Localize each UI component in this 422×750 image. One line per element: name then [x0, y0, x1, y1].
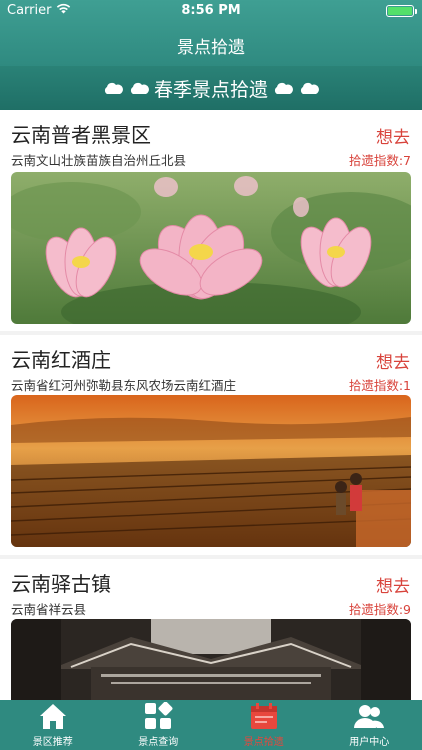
page-title: 景点拾遗 [177, 38, 245, 58]
spot-index: 拾遗指数:7 [348, 153, 411, 168]
banner-title: 春季景点拾遗 [153, 78, 268, 101]
cloud-icon [298, 81, 320, 95]
status-bar: Carrier 8:56 PM [0, 0, 422, 22]
home-icon [36, 700, 70, 731]
spot-address: 云南省红河州弥勒县东风农场云南红酒庄 [11, 378, 237, 393]
cloud-icon [102, 81, 124, 95]
spot-title: 云南红酒庄 [11, 348, 111, 372]
want-to-go-button[interactable]: 想去 [376, 572, 410, 597]
spot-address: 云南文山壮族苗族自治州丘北县 [11, 153, 187, 168]
battery-icon [386, 5, 417, 17]
list-item[interactable]: 云南红酒庄 云南省红河州弥勒县东风农场云南红酒庄 想去 拾遗指数:1 [0, 335, 422, 555]
section-banner: 春季景点拾遗 [0, 66, 422, 110]
cloud-icon [272, 81, 294, 95]
tab-user-center[interactable]: 用户中心 [317, 700, 422, 750]
want-to-go-button[interactable]: 想去 [376, 348, 410, 373]
tab-label: 景点拾遗 [243, 737, 284, 748]
spot-address: 云南省祥云县 [11, 602, 87, 617]
status-time: 8:56 PM [181, 3, 241, 18]
tab-label: 用户中心 [349, 737, 390, 748]
lotus-photo[interactable] [11, 172, 411, 324]
list-item[interactable]: 云南驿古镇 云南省祥云县 想去 拾遗指数:9 [0, 559, 422, 700]
tab-recommend[interactable]: 景区推荐 [0, 700, 106, 750]
tab-label: 景点查询 [138, 737, 179, 748]
cloud-icon [128, 81, 150, 95]
grid-icon [141, 700, 175, 731]
tab-label: 景区推荐 [32, 737, 73, 748]
vineyard-photo[interactable] [11, 395, 411, 547]
calendar-icon [247, 700, 281, 731]
spot-index: 拾遗指数:1 [348, 378, 411, 393]
spot-title: 云南驿古镇 [11, 572, 111, 596]
users-icon [352, 700, 386, 731]
spot-title: 云南普者黑景区 [11, 123, 151, 147]
tab-discover[interactable]: 景点拾遗 [211, 700, 317, 750]
spot-index: 拾遗指数:9 [348, 602, 411, 617]
list-item[interactable]: 云南普者黑景区 云南文山壮族苗族自治州丘北县 想去 拾遗指数:7 [0, 110, 422, 331]
top-bar: Carrier 8:56 PM 景点拾遗 [0, 0, 422, 66]
old-town-photo[interactable] [11, 619, 411, 700]
want-to-go-button[interactable]: 想去 [376, 123, 410, 148]
tab-search[interactable]: 景点查询 [106, 700, 212, 750]
scenic-list[interactable]: 云南普者黑景区 云南文山壮族苗族自治州丘北县 想去 拾遗指数:7 云南红酒庄 云… [0, 110, 422, 700]
tab-bar: 景区推荐 景点查询 景点拾遗 用户中心 [0, 700, 422, 750]
